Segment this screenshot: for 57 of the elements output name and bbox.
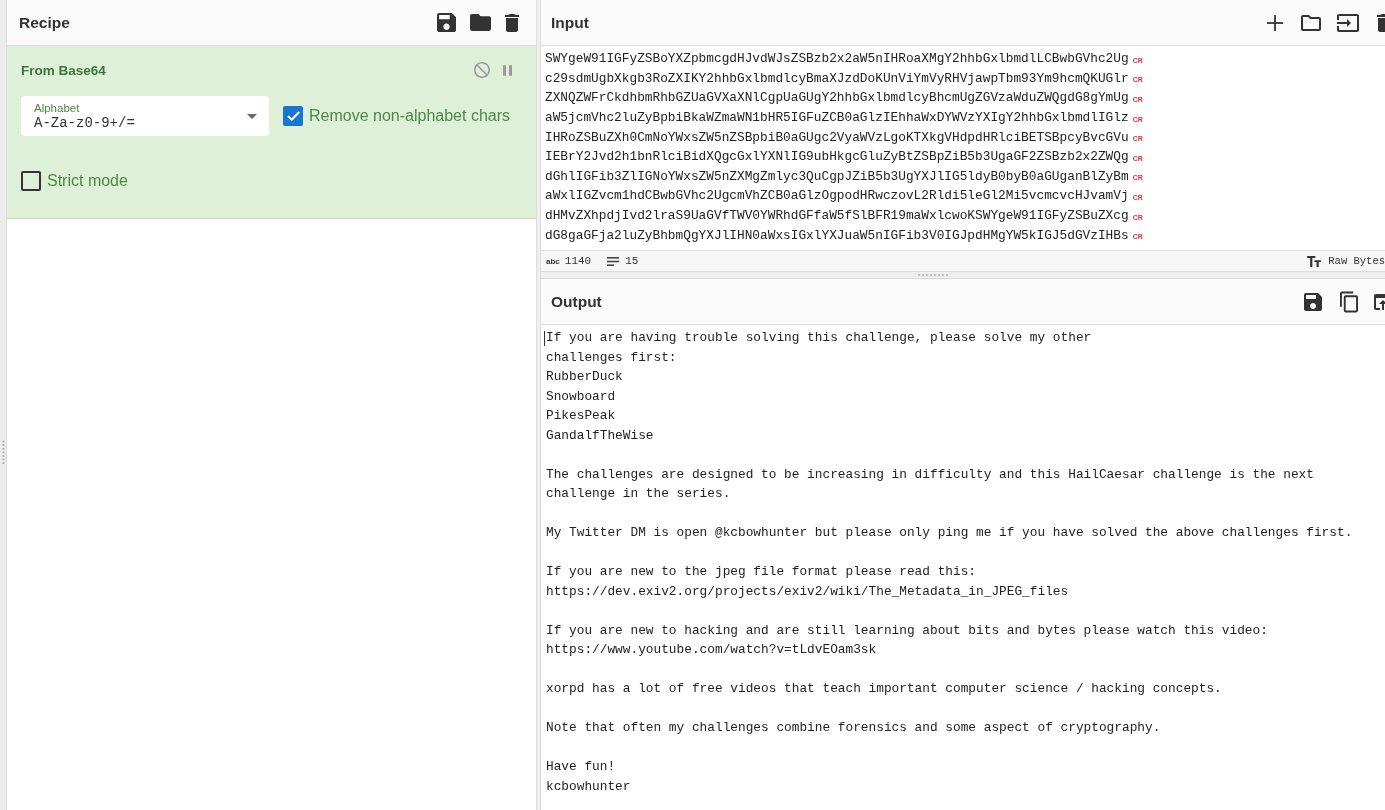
input-title: Input <box>551 13 589 32</box>
line-count: 15 <box>625 255 639 267</box>
text-cursor <box>544 331 545 346</box>
trash-icon[interactable] <box>1377 13 1385 32</box>
input-line: SWYgeW91IGFyZSBoYXZpbmcgdHJvdWJsZSBzb2x2aW5nIHRoaXMgY2hhbGxlbmdlLCBwbGVhc2Ug <box>545 51 1129 67</box>
checkmark-icon <box>286 111 300 121</box>
lines-icon <box>607 256 620 266</box>
output-line: RubberDuck <box>546 368 623 386</box>
checkbox-label[interactable]: Remove non-alphabet chars <box>309 107 510 125</box>
output-line: My Twitter DM is open @kcbowhunter but please only ping me if you have solved the above challenges first. <box>546 524 1353 542</box>
recipe-title: Recipe <box>19 13 70 32</box>
input-line: IEBrY2Jvd2h1bnRlciBidXQgcGxlYXNlIG9ubHkgcGluZyBtZSBpZiB5b3UgaGF2ZSBzb2x2ZWQg <box>545 149 1129 165</box>
character-count: 1140 <box>564 255 592 267</box>
checkbox[interactable] <box>21 171 41 191</box>
output-line: Have fun! <box>546 758 616 776</box>
input-line: dG8gaGFja2luZyBhbmQgYXJlIHN0aWxsIGxlYXJuaW5nIGFib3V0IGJpdHMgYW5kIGJ5dGVzIHBs <box>545 227 1129 243</box>
input-line: dGhlIGFib3ZlIGNoYWxsZW5nZXMgZmlyc3QuCgpJZiB5b3UgYXJlIG5ldyB0byB0aGUganBlZyBm <box>545 168 1129 184</box>
copy-icon[interactable] <box>1340 290 1358 313</box>
folder-icon[interactable] <box>470 14 491 31</box>
plus-icon[interactable] <box>1267 14 1283 31</box>
output-line: kcbowhunter <box>546 777 631 796</box>
dropdown-label: Alphabet <box>34 100 80 115</box>
output-line: challenge in the series. <box>546 485 731 503</box>
output-line: PikesPeak <box>546 407 616 425</box>
output-line: Snowboard <box>546 387 616 406</box>
arrow-into-box-icon[interactable] <box>1337 13 1359 32</box>
input-line: c29sdmUgbXkgb3RoZXIKY2hhbGxlbmdlcyBmaXJzdDoKUnViYmVyRHVjawpTbm93Ym9hcmQKUGlr <box>545 70 1129 86</box>
text-format-icon[interactable] <box>1307 255 1322 267</box>
output-line: challenges first: <box>546 348 677 367</box>
input-line: IHRoZSBuZXh0CmNoYWxsZW5nZSBpbiB0aGUgc2VyaWVzLgoKTXkgVHdpdHRlciBETSBpcyBvcGVu <box>545 129 1129 145</box>
character-count-icon: abc <box>546 256 560 266</box>
checkbox-label[interactable]: Strict mode <box>47 172 128 190</box>
output-line: The challenges are designed to be increasing in difficulty and this HailCaesar challenge is the next <box>546 465 1314 484</box>
box-arrow-icon[interactable] <box>1374 293 1385 310</box>
input-line: aWxlIGZvcm1hdCBwbGVhc2UgcmVhZCB0aGlzOgpodHRwczovL2Rldi5leGl2Mi5vcmcvcHJvamVj <box>545 188 1129 204</box>
caret-icon[interactable] <box>247 113 257 119</box>
output-line: If you are new to the jpeg file format please read this: <box>546 563 977 581</box>
output-line: https://www.youtube.com/watch?v=tLdvEOam3sk <box>546 641 877 659</box>
operation-title: From Base64 <box>21 62 106 78</box>
output-line: If you are having trouble solving this challenge, please solve my other <box>546 329 1092 347</box>
trash-icon[interactable] <box>505 13 519 32</box>
output-line: https://dev.exiv2.org/projects/exiv2/wiki/The_Metadata_in_JPEG_files <box>546 582 1069 601</box>
encoding-label[interactable]: Raw Bytes <box>1328 255 1385 267</box>
resize-handle-icon[interactable] <box>1 440 5 465</box>
input-line: dHMvZXhpdjIvd2lraS9UaGVfTWV0YWRhdGFfaW5fSlBFR19maWxlcwoKSWYgeW91IGFyZSBuZXcg <box>545 208 1129 224</box>
output-title: Output <box>551 292 602 311</box>
input-line: ZXNQZWFrCkdhbmRhbGZUaGVXaXNlCgpUaGUgY2hhbGxlbmdlcyBhcmUgZGVzaWduZWQgdG8gYmUg <box>545 90 1129 106</box>
output-line: If you are new to hacking and are still learning about bits and bytes please watch this video: <box>546 621 1268 640</box>
dropdown-value: A-Za-z0-9+/= <box>34 114 135 132</box>
resize-handle-icon[interactable] <box>918 274 948 276</box>
folder-icon[interactable] <box>1301 14 1321 31</box>
input-line: aW5jcmVhc2luZyBpbiBkaWZmaWN1bHR5IGFuZCB0aGlzIEhhaWxDYWVzYXIgY2hhbGxlbmdlIGlz <box>545 110 1129 126</box>
output-line: xorpd has a lot of free videos that teach important computer science / hacking concepts. <box>546 680 1222 698</box>
dropdown-field[interactable]: Alphabet A-Za-z0-9+/= <box>21 96 269 136</box>
checkbox[interactable] <box>283 106 303 126</box>
output-line: GandalfTheWise <box>546 426 654 445</box>
output-line: Note that often my challenges combine forensics and some aspect of cryptography. <box>546 719 1161 737</box>
